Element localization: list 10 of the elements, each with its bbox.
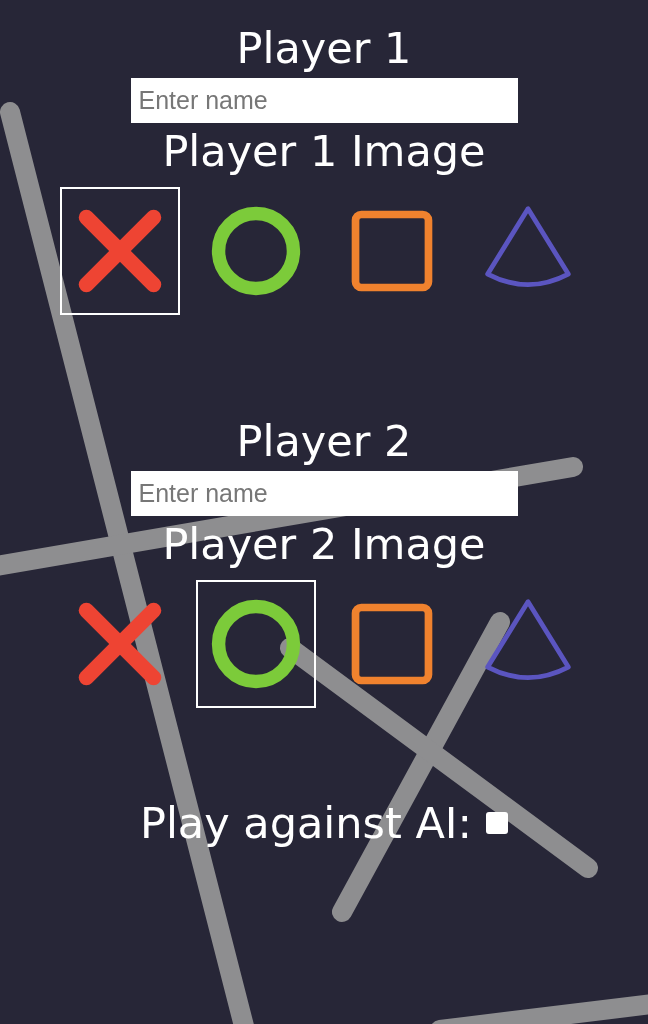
image-label: Player 1 Image bbox=[162, 125, 486, 177]
player-title: Player 1 bbox=[236, 22, 412, 74]
ai-label: Play against AI: bbox=[139, 798, 473, 848]
image-label: Player 2 Image bbox=[162, 518, 486, 570]
circle-option[interactable] bbox=[196, 580, 316, 708]
player-title: Player 2 bbox=[236, 415, 412, 467]
name-input-field[interactable]: Enter name bbox=[130, 78, 518, 123]
cross-option[interactable] bbox=[60, 187, 180, 315]
ai-checkbox[interactable] bbox=[486, 812, 509, 834]
name-input-field[interactable]: Enter name bbox=[130, 471, 518, 516]
